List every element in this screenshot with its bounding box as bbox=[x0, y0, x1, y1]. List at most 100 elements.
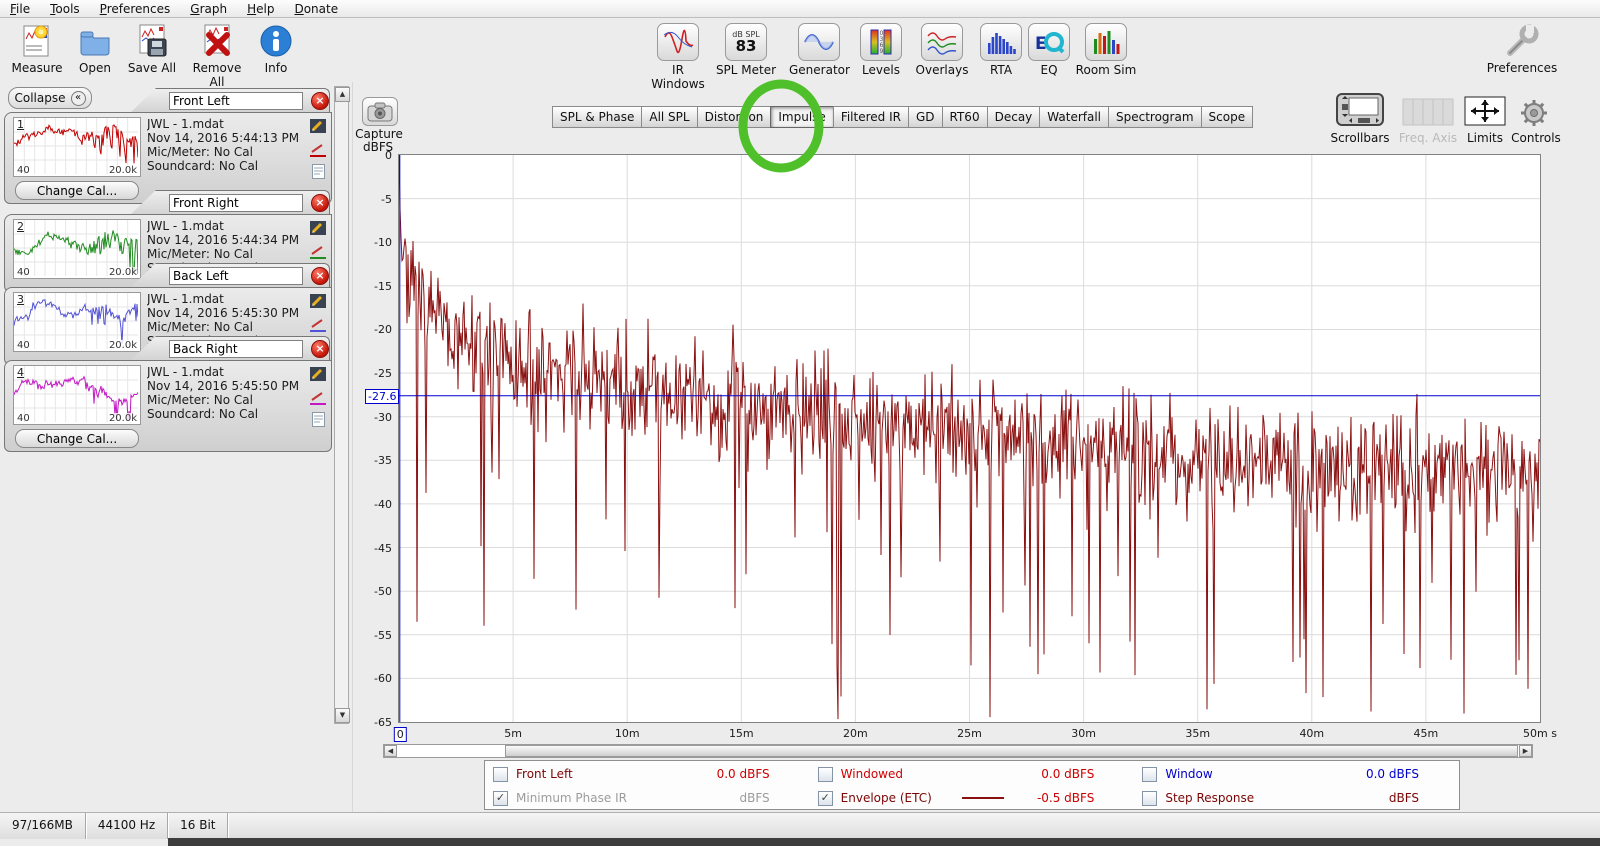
remove-all-button[interactable]: Remove All bbox=[184, 23, 250, 89]
levels-button[interactable]: 03 69 Levels bbox=[858, 23, 904, 77]
edit-measurement-icon[interactable] bbox=[310, 220, 326, 239]
y-tick-label: 0 bbox=[385, 149, 392, 162]
preferences-button[interactable]: Preferences bbox=[1478, 23, 1566, 75]
notes-icon[interactable] bbox=[312, 164, 325, 183]
measurement-name-input[interactable] bbox=[169, 92, 303, 110]
menu-donate[interactable]: Donate bbox=[294, 2, 338, 17]
tab-decay[interactable]: Decay bbox=[987, 106, 1041, 128]
ir-windows-button[interactable]: IR Windows bbox=[645, 23, 711, 91]
measurement-name-input[interactable] bbox=[169, 194, 303, 212]
room-sim-button[interactable]: Room Sim bbox=[1074, 23, 1138, 77]
edit-measurement-icon[interactable] bbox=[310, 293, 326, 312]
measurement-tab: × bbox=[130, 336, 330, 361]
delete-measurement-icon[interactable]: × bbox=[311, 267, 329, 285]
front-left-checkbox[interactable] bbox=[493, 767, 508, 782]
overlays-icon bbox=[921, 23, 963, 61]
trace-style-icon[interactable] bbox=[310, 144, 326, 157]
graph-tab-bar: SPL & Phase All SPL Distortion Impulse F… bbox=[553, 106, 1253, 128]
tab-spectrogram[interactable]: Spectrogram bbox=[1108, 106, 1202, 128]
overlays-button[interactable]: Overlays bbox=[912, 23, 972, 77]
controls-button[interactable] bbox=[1518, 97, 1550, 133]
x-tick-label: 45m bbox=[1414, 727, 1439, 740]
menu-bar: File Tools Preferences Graph Help Donate bbox=[0, 0, 1600, 18]
bit-depth: 16 Bit bbox=[168, 813, 228, 839]
spl-meter-icon: dB SPL 83 bbox=[725, 23, 767, 61]
generator-button[interactable]: Generator bbox=[789, 23, 849, 77]
tab-scope[interactable]: Scope bbox=[1201, 106, 1254, 128]
tab-impulse[interactable]: Impulse bbox=[770, 106, 833, 128]
y-tick-label: -45 bbox=[374, 542, 392, 555]
open-button[interactable]: Open bbox=[70, 23, 120, 75]
tab-waterfall[interactable]: Waterfall bbox=[1039, 106, 1109, 128]
menu-help[interactable]: Help bbox=[247, 2, 274, 17]
limits-button[interactable] bbox=[1464, 96, 1506, 130]
info-icon bbox=[256, 23, 296, 59]
menu-graph[interactable]: Graph bbox=[190, 2, 227, 17]
y-tick-label: -30 bbox=[374, 411, 392, 424]
scroll-down-arrow[interactable]: ▼ bbox=[335, 708, 350, 723]
edit-measurement-icon[interactable] bbox=[310, 366, 326, 385]
windowed-checkbox[interactable] bbox=[818, 767, 833, 782]
tab-gd[interactable]: GD bbox=[908, 106, 943, 128]
trace-style-icon[interactable] bbox=[310, 246, 326, 259]
menu-file[interactable]: File bbox=[10, 2, 30, 17]
ir-windows-icon bbox=[657, 23, 699, 61]
memory-usage: 97/166MB bbox=[0, 813, 86, 839]
remove-all-icon bbox=[184, 23, 250, 59]
edit-measurement-icon[interactable] bbox=[310, 118, 326, 137]
spl-meter-button[interactable]: dB SPL 83 SPL Meter bbox=[715, 23, 777, 77]
rta-button[interactable]: RTA bbox=[980, 23, 1022, 77]
freq-axis-button bbox=[1402, 98, 1454, 130]
tab-distortion[interactable]: Distortion bbox=[697, 106, 772, 128]
time-axis-scrollbar[interactable]: ◀ ▶ bbox=[383, 744, 1533, 758]
delete-measurement-icon[interactable]: × bbox=[311, 92, 329, 110]
notes-icon[interactable] bbox=[312, 412, 325, 431]
step-response-checkbox[interactable] bbox=[1142, 791, 1157, 806]
change-cal-button[interactable]: Change Cal... bbox=[15, 429, 139, 448]
scrollbars-button[interactable] bbox=[1336, 93, 1384, 131]
envelope-etc-checkbox[interactable]: ✓ bbox=[818, 791, 833, 806]
measurement-body: 4 40 20.0k JWL - 1.mdat Nov 14, 2016 5:4… bbox=[4, 360, 332, 452]
impulse-plot[interactable] bbox=[398, 154, 1541, 723]
y-tick-label: -50 bbox=[374, 585, 392, 598]
delete-measurement-icon[interactable]: × bbox=[311, 194, 329, 212]
save-all-icon bbox=[124, 23, 180, 59]
tab-rt60[interactable]: RT60 bbox=[942, 106, 988, 128]
sidebar-scrollbar[interactable]: ▲ ▼ bbox=[334, 86, 349, 724]
tab-all-spl[interactable]: All SPL bbox=[641, 106, 697, 128]
scroll-left-arrow[interactable]: ◀ bbox=[384, 745, 397, 757]
window-checkbox[interactable] bbox=[1142, 767, 1157, 782]
eq-button[interactable]: E EQ bbox=[1028, 23, 1070, 77]
tab-spl-phase[interactable]: SPL & Phase bbox=[552, 106, 642, 128]
measurement-tab: × bbox=[130, 263, 330, 288]
trace-style-icon[interactable] bbox=[310, 319, 326, 332]
measurement-thumbnail[interactable]: 1 40 20.0k bbox=[13, 117, 141, 177]
y-tick-label: -65 bbox=[374, 716, 392, 729]
measurement-name-input[interactable] bbox=[169, 340, 303, 358]
scrollbar-thumb[interactable] bbox=[505, 745, 1518, 757]
measure-button[interactable]: Measure bbox=[10, 23, 64, 75]
measurement-name-input[interactable] bbox=[169, 267, 303, 285]
save-all-button[interactable]: Save All bbox=[124, 23, 180, 75]
measurement-panel-back-right: × 4 40 20.0k JWL - 1.mdat Nov 14, 2016 5… bbox=[4, 336, 332, 451]
trace-style-icon[interactable] bbox=[310, 392, 326, 405]
menu-tools[interactable]: Tools bbox=[50, 2, 80, 17]
scroll-right-arrow[interactable]: ▶ bbox=[1519, 745, 1532, 757]
y-tick-label: -60 bbox=[374, 672, 392, 685]
x-tick-label: 40m bbox=[1299, 727, 1324, 740]
scroll-up-arrow[interactable]: ▲ bbox=[335, 87, 350, 102]
measurement-thumbnail[interactable]: 4 40 20.0k bbox=[13, 365, 141, 425]
y-tick-label: -15 bbox=[374, 280, 392, 293]
y-tick-label: -10 bbox=[374, 236, 392, 249]
freq-axis-icon bbox=[1402, 98, 1454, 126]
tab-filtered-ir[interactable]: Filtered IR bbox=[833, 106, 909, 128]
controls-label: Controls bbox=[1510, 131, 1562, 145]
menu-preferences[interactable]: Preferences bbox=[100, 2, 171, 17]
measurement-info: JWL - 1.mdat Nov 14, 2016 5:45:50 PM Mic… bbox=[147, 365, 303, 421]
delete-measurement-icon[interactable]: × bbox=[311, 340, 329, 358]
capture-button[interactable] bbox=[362, 97, 398, 126]
y-tick-label: -5 bbox=[381, 193, 392, 206]
info-button[interactable]: Info bbox=[256, 23, 296, 75]
minimum-phase-ir-checkbox[interactable]: ✓ bbox=[493, 791, 508, 806]
legend-windowed: Windowed 0.0 dBFS bbox=[810, 762, 1135, 786]
